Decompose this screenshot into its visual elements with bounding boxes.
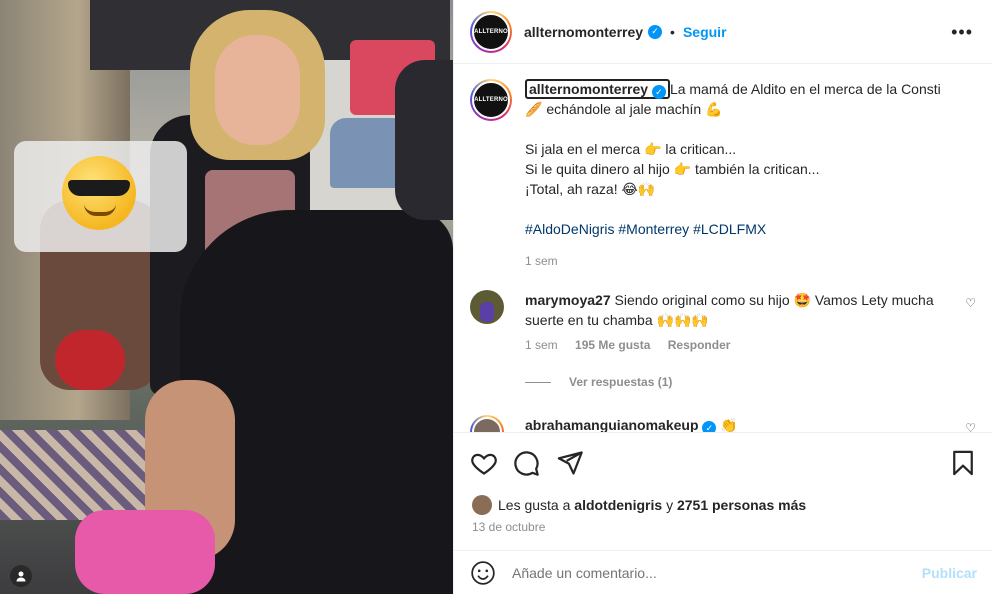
caption-username-label: allternomonterrey: [529, 81, 649, 97]
sunglasses-shape: [68, 180, 130, 196]
header-username[interactable]: allternomonterrey: [524, 24, 643, 40]
share-icon[interactable]: [556, 449, 584, 477]
user-tag-icon[interactable]: [10, 565, 32, 587]
caption-line-5: ¡Total, ah raza! 😂🙌: [525, 181, 656, 197]
caption-line-4: Si le quita dinero al hijo 👉 también la …: [525, 161, 820, 177]
caption-avatar-logo: ALLTERNO: [472, 81, 510, 119]
comment-verified-icon: ✓: [702, 421, 717, 432]
sunglasses-emoji-icon: [62, 156, 136, 230]
caption-username[interactable]: allternomonterrey ✓: [525, 79, 670, 99]
hashtag-link[interactable]: #Monterrey: [618, 221, 689, 237]
bookmark-icon[interactable]: [949, 449, 977, 477]
comment-likes[interactable]: 195 Me gusta: [575, 338, 650, 352]
comments-area[interactable]: ALLTERNO allternomonterrey ✓ La mamá de A…: [454, 65, 992, 432]
likes-summary[interactable]: Les gusta a aldotdenigris y 2751 persona…: [472, 495, 806, 515]
comment-text: 👏: [720, 417, 738, 432]
likes-connector: y: [666, 497, 674, 513]
post-comment-button[interactable]: Publicar: [922, 565, 977, 581]
post-panel: ALLTERNO allternomonterrey ✓ • Seguir ••…: [453, 0, 992, 594]
comment-time[interactable]: 1 sem: [525, 338, 558, 352]
photo-cloth: [0, 430, 160, 520]
smile-shape: [84, 204, 116, 216]
caption-avatar[interactable]: ALLTERNO: [470, 79, 512, 121]
photo-sandals: [75, 510, 215, 594]
caption-text: allternomonterrey ✓ La mamá de Aldito en …: [525, 79, 980, 271]
photo-stool: [55, 330, 125, 390]
comment-username[interactable]: marymoya27: [525, 292, 611, 308]
verified-badge-icon: ✓: [648, 24, 663, 39]
replies-divider: [525, 381, 551, 383]
liker-avatar: [472, 495, 492, 515]
emoji-picker-icon[interactable]: [470, 560, 496, 586]
comment-like-heart-icon[interactable]: ♡: [965, 296, 976, 310]
hashtag-link[interactable]: #AldoDeNigris: [525, 221, 614, 237]
follow-button[interactable]: Seguir: [683, 24, 727, 40]
photo-woman-face: [215, 35, 300, 145]
likes-prefix: Les gusta a: [498, 497, 571, 513]
avatar[interactable]: ALLTERNO: [470, 10, 512, 53]
comment-meta: 1 sem 195 Me gusta Responder: [525, 338, 980, 352]
post-caption: ALLTERNO allternomonterrey ✓ La mamá de A…: [470, 79, 980, 271]
post-date[interactable]: 13 de octubre: [472, 520, 545, 534]
add-comment-bar: Publicar: [454, 550, 992, 594]
photo-man-head: [395, 60, 453, 220]
separator-dot: •: [670, 23, 675, 40]
caption-line-1: La mamá de Aldito en el merca de la Cons…: [669, 81, 941, 97]
caption-time[interactable]: 1 sem: [525, 251, 980, 271]
comment-text-block: abrahamanguianomakeup ✓ 👏: [525, 415, 945, 432]
caption-verified-icon: ✓: [651, 85, 666, 99]
view-replies-button[interactable]: Ver respuestas (1): [525, 375, 672, 389]
liker-username[interactable]: aldotdenigris: [574, 497, 662, 513]
hashtag-link[interactable]: #LCDLFMX: [693, 221, 766, 237]
more-options-icon[interactable]: •••: [951, 22, 973, 43]
comment-input[interactable]: [512, 564, 912, 581]
comment-avatar[interactable]: [470, 290, 504, 324]
view-replies-label: Ver respuestas (1): [569, 375, 673, 389]
reply-button[interactable]: Responder: [668, 338, 731, 352]
avatar-logo: ALLTERNO: [472, 12, 510, 51]
heart-icon[interactable]: [470, 449, 498, 477]
comment-username[interactable]: abrahamanguianomakeup: [525, 417, 699, 432]
comment-like-heart-icon[interactable]: ♡: [965, 421, 976, 432]
action-bar: [470, 449, 977, 477]
caption-line-3: Si jala en el merca 👉 la critican...: [525, 141, 737, 157]
post-header: ALLTERNO allternomonterrey ✓ • Seguir ••…: [454, 0, 992, 64]
post-photo[interactable]: [0, 0, 453, 594]
comment-item: marymoya27 Siendo original como su hijo …: [470, 290, 980, 352]
comment-item: abrahamanguianomakeup ✓ 👏 ♡: [470, 415, 980, 432]
likes-others[interactable]: 2751 personas más: [677, 497, 806, 513]
caption-line-2: 🥖 echándole al jale machín 💪: [525, 101, 723, 117]
comment-avatar[interactable]: [470, 415, 504, 432]
post-actions: Les gusta a aldotdenigris y 2751 persona…: [454, 432, 992, 550]
comment-avatar-image: [472, 417, 502, 432]
comment-text-block: marymoya27 Siendo original como su hijo …: [525, 290, 945, 330]
comment-icon[interactable]: [512, 449, 540, 477]
